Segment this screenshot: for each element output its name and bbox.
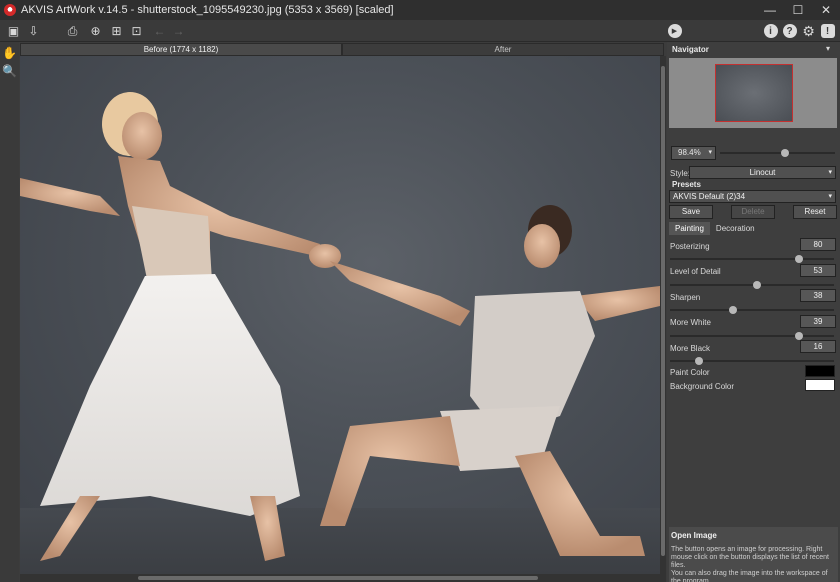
- param-label-posterizing: Posterizing: [670, 242, 710, 251]
- posterizing-value[interactable]: 80: [800, 238, 836, 251]
- view-tabs: Before (1774 x 1182) After: [20, 43, 666, 56]
- style-dropdown[interactable]: Linocut ▾: [689, 166, 836, 179]
- navigator-collapse-icon[interactable]: ▾: [826, 44, 830, 53]
- level-of-detail-value[interactable]: 53: [800, 264, 836, 277]
- window-title: AKVIS ArtWork v.14.5 - shutterstock_1095…: [21, 4, 394, 16]
- dancer-left-leg: [320, 416, 460, 526]
- ballerina-tutu: [40, 274, 300, 516]
- zoom-value: 98.4%: [678, 148, 701, 157]
- dancer-left-arm: [330, 261, 470, 326]
- more-white-value[interactable]: 39: [800, 315, 836, 328]
- ballerina-left-leg: [40, 496, 100, 561]
- run-glyph: ▶: [667, 24, 682, 38]
- zoom-dropdown[interactable]: 98.4% ▾: [671, 146, 716, 160]
- sharpen-slider[interactable]: [670, 309, 834, 311]
- ballerina-left-arm: [20, 178, 120, 216]
- info-glyph: i: [763, 24, 778, 38]
- more-white-slider[interactable]: [670, 335, 834, 337]
- param-label-more-black: More Black: [670, 344, 711, 353]
- parameter-tabs: Painting Decoration: [669, 222, 761, 235]
- param-label-more-white: More White: [670, 318, 711, 327]
- background-color-label: Background Color: [670, 382, 735, 391]
- dancer-face: [524, 224, 560, 268]
- navigator-preview[interactable]: [669, 58, 837, 128]
- background-color-swatch[interactable]: [805, 379, 835, 391]
- notifications-glyph: !: [820, 24, 835, 38]
- ballerina-right-leg: [250, 496, 285, 561]
- horizontal-scroll-thumb[interactable]: [138, 576, 538, 580]
- help-panel: Open Image The button opens an image for…: [669, 527, 838, 582]
- hand-tool-icon[interactable]: ✋: [0, 44, 19, 62]
- close-button[interactable]: ✕: [812, 0, 840, 20]
- help-text-2: You can also drag the image into the wor…: [671, 570, 828, 582]
- level-of-detail-slider-knob[interactable]: [752, 281, 761, 289]
- navigator-image: [715, 64, 793, 122]
- vertical-scrollbar[interactable]: [660, 56, 666, 574]
- style-value: Linocut: [749, 168, 776, 177]
- presets-title: Presets: [672, 180, 701, 189]
- notifications-icon[interactable]: !: [819, 23, 836, 39]
- title-bar: AKVIS ArtWork v.14.5 - shutterstock_1095…: [0, 0, 840, 20]
- export-icon[interactable]: ⊡: [128, 23, 145, 39]
- left-toolbar: ✋ 🔍: [0, 42, 19, 582]
- sharpen-slider-knob[interactable]: [729, 306, 738, 314]
- minimize-button[interactable]: —: [756, 0, 784, 20]
- horizontal-scrollbar[interactable]: [20, 574, 666, 582]
- tab-decoration[interactable]: Decoration: [710, 222, 761, 235]
- open-image-icon[interactable]: ▣: [5, 23, 22, 39]
- dancer-right-leg: [515, 451, 645, 556]
- ballerina-bodice: [132, 206, 212, 284]
- paint-color-swatch[interactable]: [805, 365, 835, 377]
- help-title: Open Image: [671, 531, 717, 540]
- share-icon[interactable]: ⊕: [87, 23, 104, 39]
- help-text: The button opens an image for processing…: [671, 546, 829, 569]
- image-canvas[interactable]: [20, 56, 660, 574]
- style-label: Style:: [670, 169, 691, 178]
- settings-panel: Navigator ▾ 98.4% ▾ Style: Linocut ▾ Pre…: [667, 42, 840, 582]
- param-label-sharpen: Sharpen: [670, 293, 701, 302]
- help-icon[interactable]: ?: [781, 23, 798, 39]
- posterizing-slider[interactable]: [670, 258, 834, 260]
- presets-dropdown[interactable]: AKVIS Default (2)34 ▾: [669, 190, 836, 203]
- more-white-slider-knob[interactable]: [794, 332, 803, 340]
- print-icon[interactable]: ⎙: [64, 23, 81, 39]
- app-logo-icon: [4, 4, 16, 16]
- zoom-slider-knob[interactable]: [780, 149, 789, 157]
- paint-color-label: Paint Color: [670, 368, 710, 377]
- posterizing-slider-knob[interactable]: [794, 255, 803, 263]
- run-icon[interactable]: ▶: [666, 23, 683, 39]
- settings-icon[interactable]: ⚙: [800, 23, 817, 39]
- preset-value: AKVIS Default (2)34: [673, 192, 746, 201]
- undo-icon[interactable]: ←: [151, 23, 168, 39]
- maximize-button[interactable]: ☐: [784, 0, 812, 20]
- param-label-level-of-detail: Level of Detail: [670, 267, 721, 276]
- more-black-value[interactable]: 16: [800, 340, 836, 353]
- more-black-slider-knob[interactable]: [694, 357, 703, 365]
- navigator-title: Navigator: [672, 45, 709, 54]
- zoom-tool-icon[interactable]: 🔍: [0, 62, 19, 80]
- chevron-down-icon: ▾: [708, 149, 712, 156]
- chevron-down-icon: ▾: [828, 169, 832, 176]
- help-glyph: ?: [782, 24, 797, 38]
- sharpen-value[interactable]: 38: [800, 289, 836, 302]
- tab-after[interactable]: After: [342, 43, 664, 56]
- reset-preset-button[interactable]: Reset: [793, 205, 837, 219]
- save-image-icon[interactable]: ⇩: [25, 23, 42, 39]
- batch-icon[interactable]: ⊞: [108, 23, 125, 39]
- chevron-down-icon: ▾: [828, 193, 832, 200]
- dancers-photo: [20, 92, 660, 561]
- tab-before[interactable]: Before (1774 x 1182): [20, 43, 342, 56]
- redo-icon[interactable]: →: [170, 23, 187, 39]
- vertical-scroll-thumb[interactable]: [661, 66, 665, 556]
- zoom-slider[interactable]: [720, 152, 835, 154]
- info-icon[interactable]: i: [762, 23, 779, 39]
- save-preset-button[interactable]: Save: [669, 205, 713, 219]
- tab-painting[interactable]: Painting: [669, 222, 710, 235]
- delete-preset-button[interactable]: Delete: [731, 205, 775, 219]
- ballerina-face: [122, 112, 162, 160]
- toolbar: ▣ ⇩ ⎙ ⊕ ⊞ ⊡ ← → ▶ i ? ⚙ !: [0, 20, 840, 42]
